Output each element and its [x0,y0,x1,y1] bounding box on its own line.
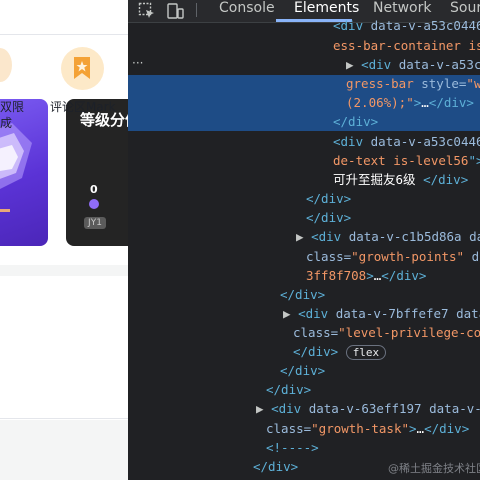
code-token: ▶ [256,401,272,416]
code-token: 3ff8f708 [306,268,367,283]
divider [0,418,128,419]
code-token: "level-privilege-cont [338,325,480,340]
dom-node-line[interactable]: </div> flex [293,342,480,361]
dom-node-line[interactable]: <!----> [266,438,480,457]
code-token: "w [466,76,480,91]
code-token: (2.06%);" [346,95,414,110]
dom-node-line[interactable]: class="growth-points" da [306,247,480,266]
progress-accent [0,209,10,212]
code-token: </div> [428,95,474,110]
code-token: ▶ [296,229,312,244]
dom-node-line[interactable]: ess-bar-container is-lev [333,36,480,55]
level-score-card[interactable]: 等级分值 0 JY1 [66,99,128,246]
device-toolbar-icon[interactable] [166,2,184,20]
dom-node-line[interactable]: </div> [333,112,480,131]
code-token: "growth-points" [351,249,465,264]
code-token: data-v-a53c0446 [370,18,480,33]
flex-badge[interactable]: flex [345,345,387,360]
code-token: </div> [293,344,346,359]
privileges-section [0,276,128,420]
dom-node-line[interactable]: ▶ <div data-v-63eff197 data-v-7 [256,399,480,418]
privilege-label-line2: 成 [0,116,13,130]
code-token: 可升至掘友6级 [333,172,424,187]
code-token: ess-bar-container is-lev [333,38,480,53]
dom-node-line[interactable]: ▶ <div data-v-7bffefe7 data- [283,304,480,323]
dom-node-line[interactable]: 可升至掘友6级 </div> [333,170,480,189]
devtools-panel: Console Elements Network Sources ··· <di… [128,0,480,480]
code-token: gress-bar [346,76,414,91]
dom-node-line[interactable]: ▶ <div data-v-c1b5d86a data- [296,227,480,246]
code-token: data-v-63eff197 [308,401,422,416]
tab-separator [196,3,197,17]
dom-node-line[interactable]: ▶ <div data-v-a53c0446 [346,55,480,74]
code-token: data- [469,229,480,244]
code-token: "growth-task" [311,421,409,436]
dom-node-line[interactable]: <div data-v-a53c0446 [333,16,480,35]
code-token: … [416,421,425,436]
code-token: data-v-c1b5d86a [348,229,462,244]
crystal-icon [0,123,32,189]
code-token: data-v-a53c0446 [398,57,480,72]
code-token: … [421,95,429,110]
more-options-icon[interactable]: ··· [132,56,143,70]
dom-node-line[interactable]: class="growth-task">…</div> [266,419,480,438]
code-token: <div [298,306,336,321]
dom-node-line[interactable]: </div> [266,380,480,399]
code-token: class= [306,249,352,264]
inspect-element-icon[interactable] [138,2,156,20]
code-token: </div> [306,210,352,225]
dom-node-line[interactable]: 3ff8f708>…</div> [306,266,480,285]
code-token: data-v-7bffefe7 [335,306,449,321]
dom-node-line[interactable]: gress-bar style="w [346,74,480,93]
level-score-value: 0 [90,183,98,196]
code-token: </div> [333,114,379,129]
bookmark-icon[interactable] [61,47,104,90]
code-token: ▶ [346,57,362,72]
code-token: data-v-7 [429,401,480,416]
tab-console[interactable]: Console [219,0,275,22]
code-token: </div> [266,382,312,397]
code-token: class= [293,325,339,340]
code-token: <div [333,18,371,33]
page-header [0,0,128,35]
code-token: </div> [306,191,352,206]
code-token: da [471,249,480,264]
dom-node-line[interactable]: class="level-privilege-cont [293,323,480,342]
code-token: de-text is-level56 [333,153,469,168]
code-token: data-v-a53c0446 [370,134,480,149]
code-token: class= [266,421,312,436]
code-token: <!----> [266,440,319,455]
code-token: data- [456,306,480,321]
code-token: style= [413,76,467,91]
dom-node-line[interactable]: </div> [240,476,480,480]
code-token: <div [333,134,371,149]
dom-node-line[interactable]: <div data-v-a53c0446 [333,132,480,151]
code-token: <div [271,401,309,416]
code-token: </div> [381,268,427,283]
dom-node-line[interactable]: </div> [280,361,480,380]
code-token: </div> [423,172,469,187]
code-token: <div [361,57,399,72]
code-token: > [366,268,374,283]
code-token: </div> [280,363,326,378]
code-token: > [409,421,417,436]
privilege-label: 双限 [0,100,25,114]
dom-node-line[interactable]: </div> [306,208,480,227]
dom-node-line[interactable]: </div> [306,189,480,208]
dom-node-line[interactable]: </div> [280,285,480,304]
code-token: </div> [424,421,470,436]
level-dot-icon [89,199,99,209]
dom-node-line[interactable]: de-text is-level56"> [333,151,480,170]
dom-node-line[interactable]: (2.06%);">…</div> [346,93,480,112]
code-token: ▶ [283,306,299,321]
watermark: @稀土掘金技术社区 [388,462,480,475]
code-token: <div [311,229,349,244]
code-token: "> [468,153,480,168]
privilege-label: 评论区Mark [50,100,116,114]
code-token: </div> [280,287,326,302]
code-token: </div> [253,459,299,474]
level-badge: JY1 [84,217,106,229]
app-page: 等级分值 0 JY1 双限 成 评论区Mark [0,0,128,480]
